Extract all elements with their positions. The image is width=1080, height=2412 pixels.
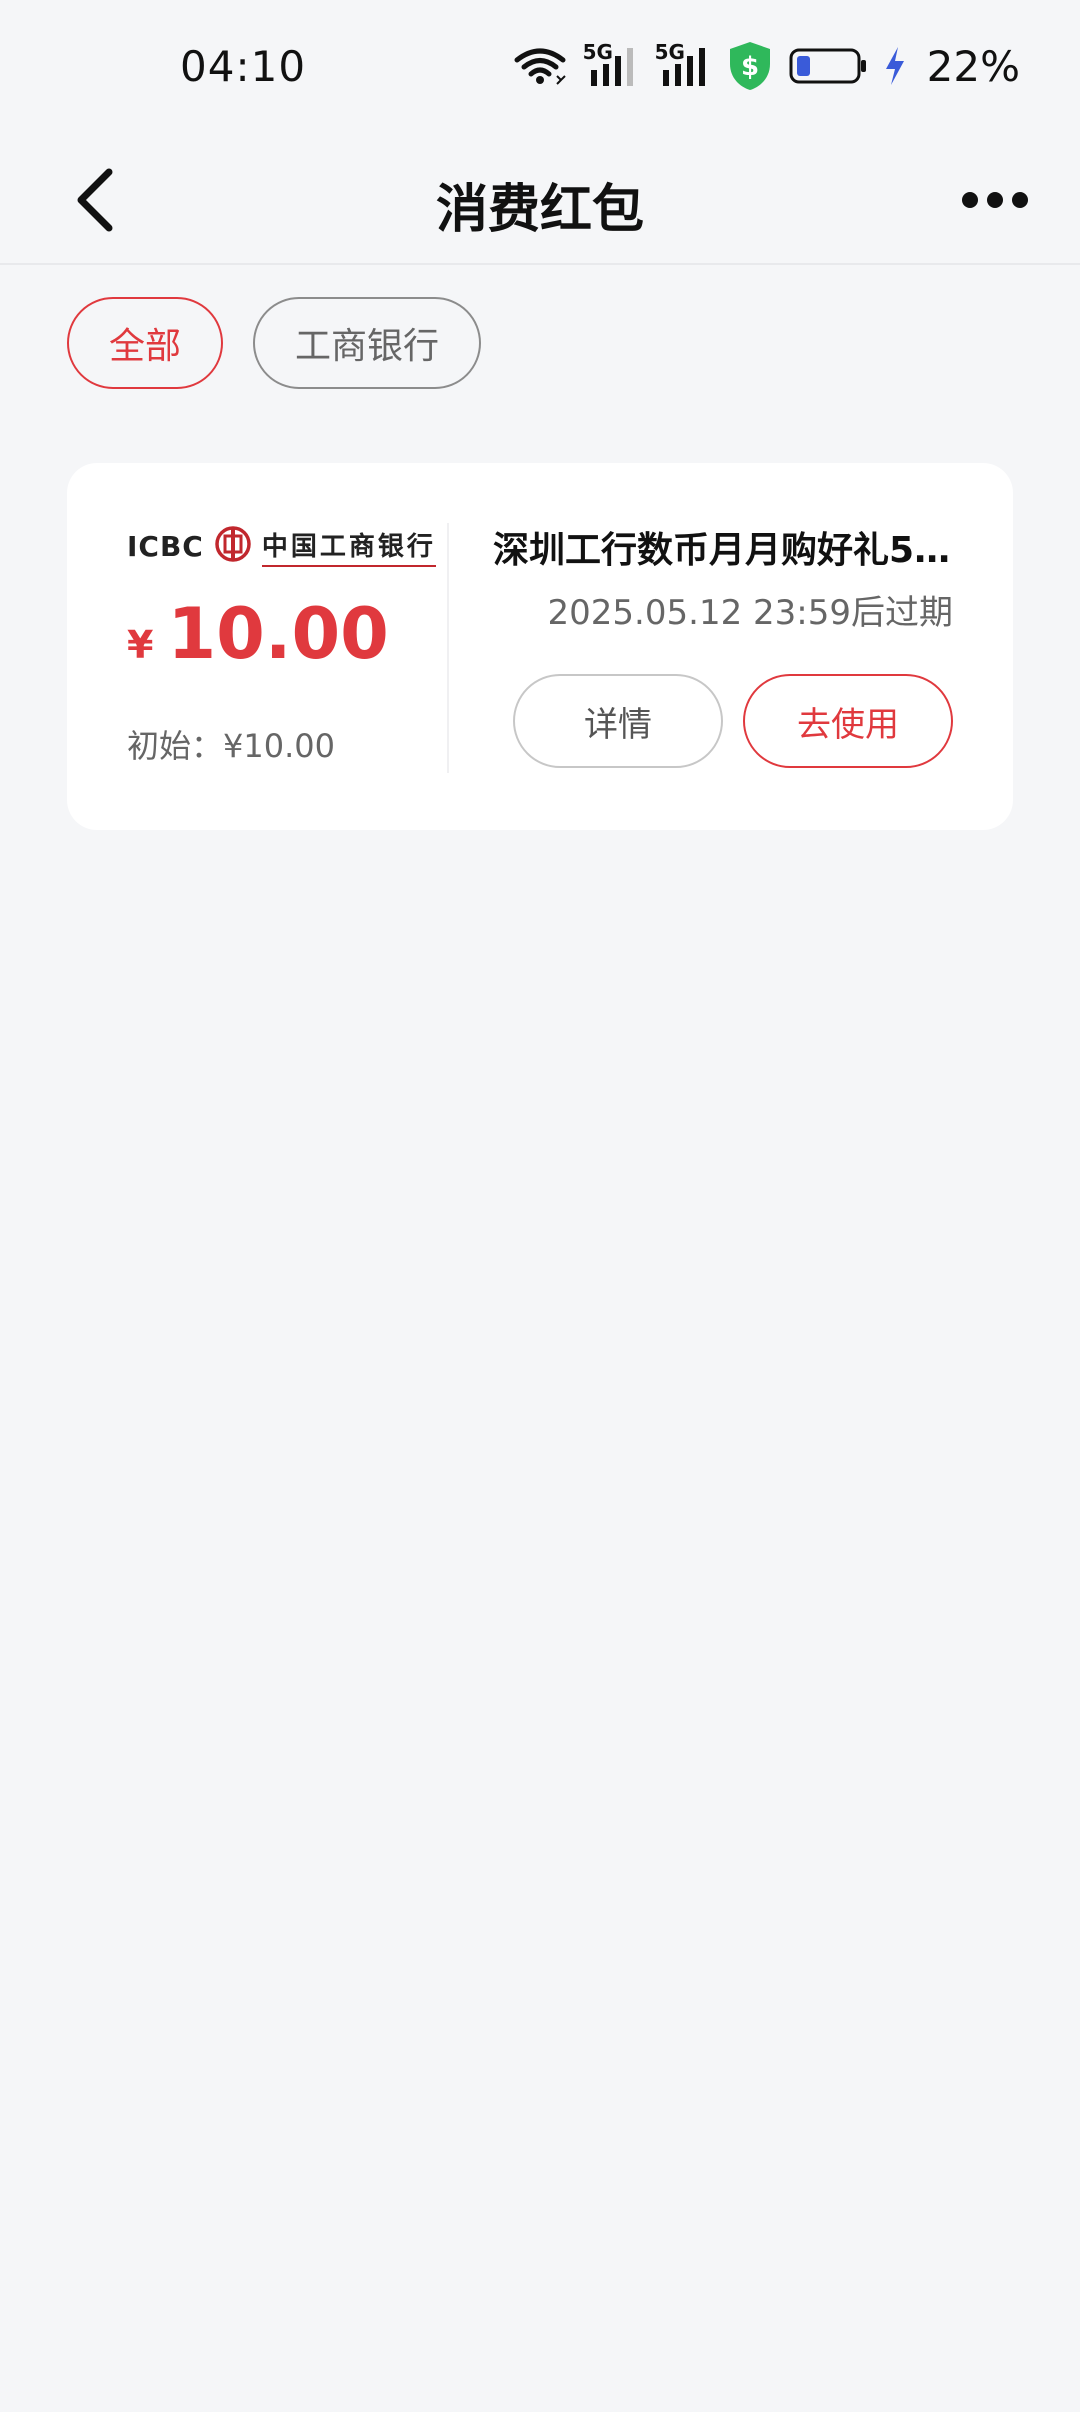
security-shield-icon: $	[727, 40, 773, 92]
promo-title: 深圳工行数币月月购好礼5...	[493, 530, 953, 571]
red-packet-card: ICBC 中国工商银行 ¥ 10.00 初始：¥10.00 深圳工行数币月月购好…	[67, 463, 1013, 830]
detail-button[interactable]: 详情	[513, 674, 723, 768]
battery-icon	[789, 47, 867, 85]
amount-value: 10.00	[167, 593, 389, 675]
use-button[interactable]: 去使用	[743, 674, 953, 768]
battery-percent: 22%	[926, 41, 1020, 91]
nav-bar: 消费红包	[0, 135, 1080, 265]
5g-signal-icon: 5G	[583, 40, 639, 88]
filter-chip-icbc[interactable]: 工商银行	[253, 297, 482, 389]
more-button[interactable]	[950, 165, 1040, 235]
initial-amount: 初始：¥10.00	[127, 727, 335, 765]
5g-signal-icon: 5G	[655, 40, 711, 88]
wifi-icon	[513, 46, 567, 86]
filter-chip-all[interactable]: 全部	[67, 297, 224, 389]
page-title: 消费红包	[435, 180, 644, 240]
status-icons: 5G 5G $ 22%	[513, 38, 1020, 94]
bank-logo: ICBC 中国工商银行	[127, 525, 436, 567]
status-time: 04:10	[180, 42, 307, 91]
more-dots-icon	[962, 192, 1028, 208]
status-bar: 04:10 5G 5G $ 22%	[0, 0, 1080, 135]
charging-icon	[883, 46, 907, 86]
bank-logo-latin: ICBC	[127, 529, 204, 563]
card-info-section: 深圳工行数币月月购好礼5... 2025.05.12 23:59后过期 详情 去…	[447, 463, 1013, 830]
bank-logo-chinese: 中国工商银行	[261, 526, 436, 567]
expiry-text: 2025.05.12 23:59后过期	[547, 593, 953, 633]
filter-chips: 全部 工商银行	[67, 297, 482, 389]
currency-symbol: ¥	[127, 623, 154, 667]
card-amount-section: ICBC 中国工商银行 ¥ 10.00 初始：¥10.00	[67, 463, 447, 830]
svg-text:$: $	[741, 52, 759, 82]
amount: ¥ 10.00	[127, 593, 389, 675]
icbc-seal-icon	[214, 525, 252, 567]
